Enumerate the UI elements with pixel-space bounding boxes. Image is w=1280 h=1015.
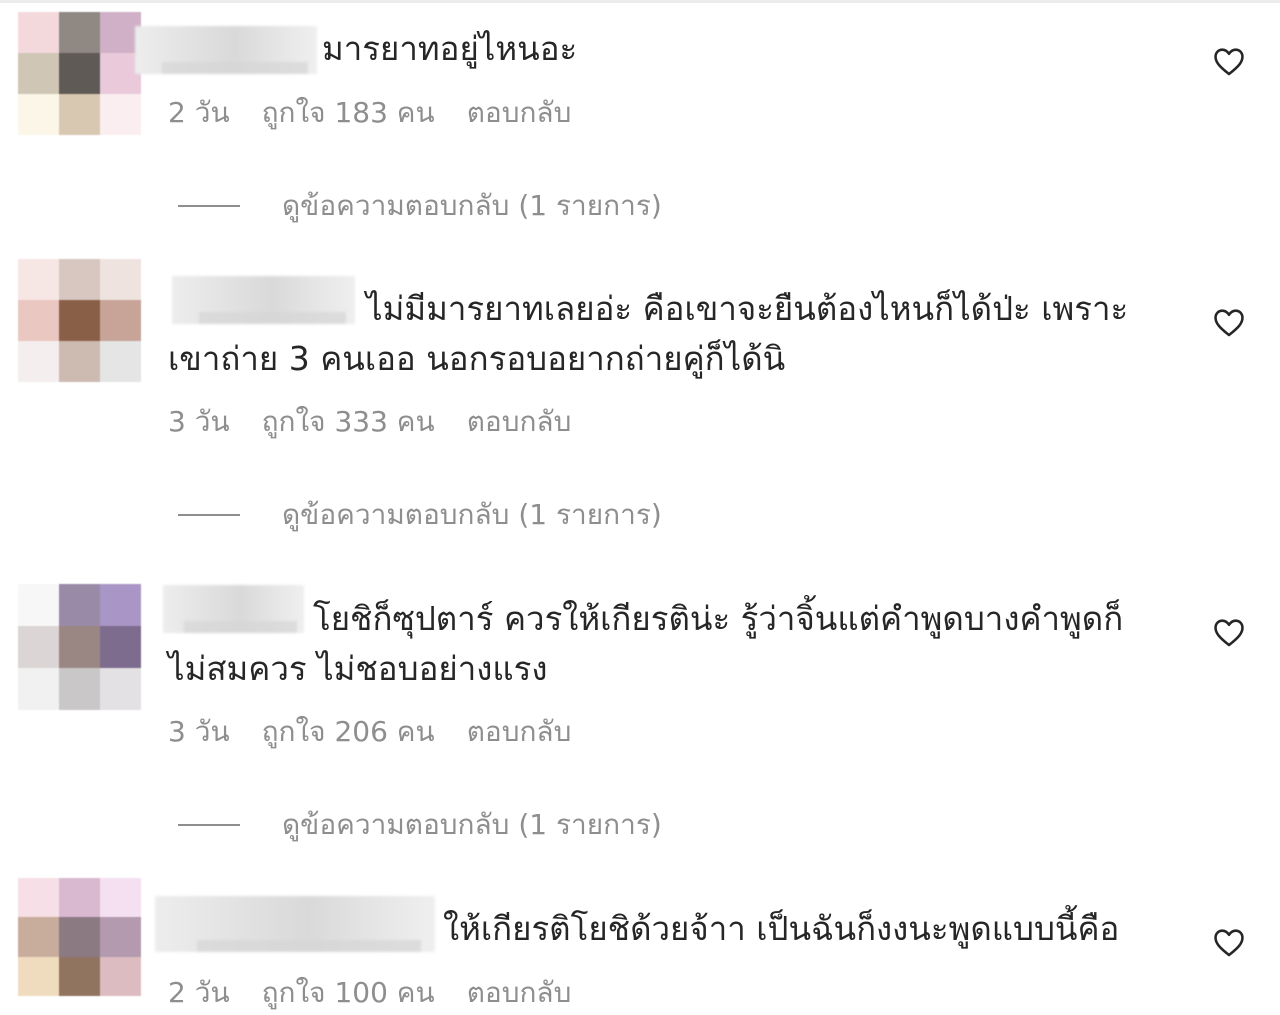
avatar-pixel bbox=[18, 668, 59, 710]
view-replies-label: ดูข้อความตอบกลับ (1 รายการ) bbox=[282, 808, 662, 841]
username-blurred[interactable] bbox=[172, 276, 355, 324]
comment-meta: 2 วัน ถูกใจ 100 คน ตอบกลับ bbox=[168, 975, 571, 1011]
avatar-pixel bbox=[18, 878, 59, 918]
avatar-pixel bbox=[59, 878, 100, 918]
avatar-pixel bbox=[18, 956, 59, 996]
avatar-pixel bbox=[100, 259, 141, 300]
reply-divider-line bbox=[178, 205, 240, 207]
comment-time: 2 วัน bbox=[168, 976, 230, 1009]
avatar-pixel bbox=[18, 300, 59, 341]
avatar-pixel bbox=[59, 259, 100, 300]
view-replies-label: ดูข้อความตอบกลับ (1 รายการ) bbox=[282, 498, 662, 531]
comment-meta: 3 วัน ถูกใจ 206 คน ตอบกลับ bbox=[168, 714, 571, 750]
comment-meta: 3 วัน ถูกใจ 333 คน ตอบกลับ bbox=[168, 404, 571, 440]
comment-text-line-1: ไม่มีมารยาทเลยอ่ะ คือเขาจะยืนต้องไหนก็ได… bbox=[366, 289, 1129, 328]
comment-time: 3 วัน bbox=[168, 715, 230, 748]
reply-divider-line bbox=[178, 824, 240, 826]
avatar[interactable] bbox=[18, 259, 141, 382]
avatar-pixel bbox=[100, 341, 141, 382]
comment-text: มารยาทอยู่ไหนอะ bbox=[322, 29, 578, 68]
view-replies-button[interactable]: ดูข้อความตอบกลับ (1 รายการ) bbox=[178, 805, 662, 845]
avatar-pixel bbox=[18, 584, 59, 626]
avatar-pixel bbox=[59, 584, 100, 626]
avatar-pixel bbox=[18, 53, 59, 94]
avatar-pixel bbox=[18, 12, 59, 53]
avatar-pixel bbox=[18, 341, 59, 382]
comment-text: ให้เกียรติโยชิด้วยจ้าา เป็นฉันก็งงนะพูดแ… bbox=[443, 909, 1120, 948]
comment-text-line-1: โยชิก็ซุปตาร์ ควรให้เกียรติน่ะ รู้ว่าจิ้… bbox=[313, 599, 1124, 638]
avatar-pixel bbox=[18, 94, 59, 135]
avatar-pixel bbox=[100, 878, 141, 918]
avatar-pixel bbox=[18, 917, 59, 957]
avatar-pixel bbox=[59, 341, 100, 382]
comment-likes[interactable]: ถูกใจ 206 คน bbox=[262, 714, 435, 750]
comment-text-line-2: เขาถ่าย 3 คนเออ นอกรอบอยากถ่ายคู่ก็ได้นิ bbox=[168, 339, 786, 378]
comment-likes[interactable]: ถูกใจ 100 คน bbox=[262, 975, 435, 1011]
avatar-pixel bbox=[100, 300, 141, 341]
top-divider bbox=[0, 0, 1280, 3]
reply-button[interactable]: ตอบกลับ bbox=[467, 975, 572, 1011]
avatar-pixel bbox=[100, 917, 141, 957]
avatar-pixel bbox=[59, 956, 100, 996]
heart-outline-icon[interactable] bbox=[1212, 306, 1246, 340]
comment-time: 3 วัน bbox=[168, 405, 230, 438]
comment-likes[interactable]: ถูกใจ 333 คน bbox=[262, 404, 435, 440]
heart-outline-icon[interactable] bbox=[1212, 616, 1246, 650]
avatar[interactable] bbox=[18, 878, 141, 996]
avatar-pixel bbox=[100, 94, 141, 135]
avatar-pixel bbox=[59, 917, 100, 957]
avatar-pixel bbox=[59, 626, 100, 668]
view-replies-button[interactable]: ดูข้อความตอบกลับ (1 รายการ) bbox=[178, 186, 662, 226]
view-replies-button[interactable]: ดูข้อความตอบกลับ (1 รายการ) bbox=[178, 495, 662, 535]
avatar-pixel bbox=[59, 668, 100, 710]
username-blurred[interactable] bbox=[155, 896, 435, 952]
reply-button[interactable]: ตอบกลับ bbox=[467, 95, 572, 131]
comment-time: 2 วัน bbox=[168, 96, 230, 129]
avatar-pixel bbox=[100, 626, 141, 668]
avatar-pixel bbox=[100, 668, 141, 710]
avatar-pixel bbox=[59, 300, 100, 341]
reply-divider-line bbox=[178, 514, 240, 516]
avatar-pixel bbox=[100, 956, 141, 996]
heart-outline-icon[interactable] bbox=[1212, 45, 1246, 79]
reply-button[interactable]: ตอบกลับ bbox=[467, 714, 572, 750]
comment-meta: 2 วัน ถูกใจ 183 คน ตอบกลับ bbox=[168, 95, 571, 131]
comment-likes[interactable]: ถูกใจ 183 คน bbox=[262, 95, 435, 131]
avatar-pixel bbox=[59, 53, 100, 94]
avatar-pixel bbox=[59, 94, 100, 135]
avatar[interactable] bbox=[18, 584, 141, 710]
avatar-pixel bbox=[18, 626, 59, 668]
comment-text-line-2: ไม่สมควร ไม่ชอบอย่างแรง bbox=[168, 649, 548, 688]
avatar-pixel bbox=[100, 584, 141, 626]
username-blurred[interactable] bbox=[135, 26, 317, 74]
view-replies-label: ดูข้อความตอบกลับ (1 รายการ) bbox=[282, 189, 662, 222]
avatar[interactable] bbox=[18, 12, 141, 135]
username-blurred[interactable] bbox=[163, 585, 304, 633]
reply-button[interactable]: ตอบกลับ bbox=[467, 404, 572, 440]
avatar-pixel bbox=[18, 259, 59, 300]
heart-outline-icon[interactable] bbox=[1212, 926, 1246, 960]
avatar-pixel bbox=[59, 12, 100, 53]
